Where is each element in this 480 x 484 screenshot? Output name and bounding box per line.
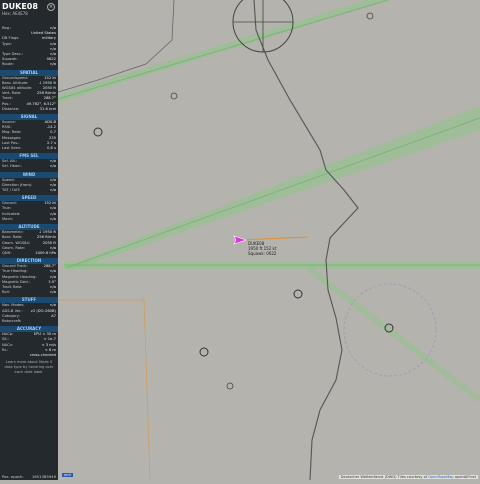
map-view[interactable]: DUKE08 1950 ft 152 kt Squawk: 0622 Deuts… — [57, 0, 480, 481]
map-attribution: Deutscher Wetterdienst (DWD) Tiles court… — [338, 475, 478, 479]
aircraft-label: DUKE08 1950 ft 152 kt Squawk: 0622 — [248, 241, 276, 256]
wind-value: n/a — [50, 188, 56, 193]
general-row: Route: n/a — [0, 62, 58, 67]
pos-epoch-value: 1651385949 — [31, 473, 56, 479]
altitude-row: QNH: 1009.6 hPa — [0, 251, 58, 256]
stuff-value: A7 — [51, 313, 56, 318]
direction-label: Roll: — [2, 290, 10, 295]
help-note: Learn more about Mode S data type by hov… — [4, 360, 54, 375]
attribution-prefix: Deutscher Wetterdienst (DWD) Tiles court… — [340, 475, 428, 479]
speed-row: Mach: n/a — [0, 217, 58, 222]
wind-section: Speed: n/a Direction (from): n/a TAT / OAT: n… — [0, 178, 58, 194]
stuff-section: Nav. Modes: n/a ADS-B Ver.: v2 (DO-260B) Cat… — [0, 303, 58, 324]
signal-row: Last Seen: 0.8 s — [0, 146, 58, 151]
pos-epoch-label: Pos. epoch: — [2, 473, 24, 479]
general-label: Route: — [2, 62, 14, 67]
spatial-row: Distance: 31.6 nmi — [0, 107, 58, 112]
spatial-section: Groundspeed: 152 kt Baro. Altitude: ↓ 1950 … — [0, 76, 58, 112]
accuracy-value: cross-checked — [29, 352, 56, 357]
fms-label: Sel. Head.: — [2, 164, 23, 169]
panel-header: DUKE08 Hex: AE4E78 × — [0, 0, 58, 20]
signal-section: Source: ADS-B RSSI: -14.2 Msg. Rate: 0.7 Messa… — [0, 120, 58, 151]
direction-row: Roll: n/a — [0, 290, 58, 295]
signal-label: Last Seen: — [2, 146, 22, 151]
aircraft-info-panel: DUKE08 Hex: AE4E78 × Reg.: n/a United Stat… — [0, 0, 58, 480]
spatial-label: Distance: — [2, 106, 20, 111]
fms-row: Sel. Head.: n/a — [0, 164, 58, 169]
general-label: Reg.: — [2, 26, 12, 30]
accuracy-label: Rc: — [2, 347, 8, 352]
fms-section: Sel. Alt.: n/a Sel. Head.: n/a — [0, 159, 58, 169]
general-label: Type: — [2, 41, 12, 46]
hex-label: Hex: — [2, 11, 12, 16]
stuff-row: Rotorcraft: — [0, 319, 58, 324]
scale-badge[interactable]: nmi — [62, 473, 73, 477]
speed-label: Mach: — [2, 216, 14, 221]
pos-epoch-row: Pos. epoch: 1651385949 — [0, 472, 58, 480]
wind-label: TAT / OAT: — [2, 188, 21, 193]
wind-row: TAT / OAT: n/a — [0, 188, 58, 193]
close-icon[interactable]: × — [47, 3, 55, 11]
general-section: Reg.: n/a United States DB Flags: military Ty… — [0, 26, 58, 68]
speed-section: Ground: 152 kt True: n/a Indicated: n/a Mach: n… — [0, 201, 58, 222]
direction-section: Ground Track: 288.7° True Heading: n/a Magne… — [0, 264, 58, 295]
attribution-suffix[interactable]: openAIP.net — [455, 475, 476, 479]
attribution-link[interactable]: OpenTopoMap — [428, 475, 453, 479]
direction-value: n/a — [50, 290, 56, 295]
fms-value: n/a — [50, 164, 56, 169]
altitude-label: QNH: — [2, 250, 12, 255]
hex-code: AE4E78 — [12, 11, 28, 16]
hex-line: Hex: AE4E78 — [2, 11, 58, 16]
spatial-value: 31.6 nmi — [39, 106, 56, 111]
stuff-label: Rotorcraft: — [2, 318, 22, 323]
altitude-section: Barometric: ↓ 1950 ft Baro. Rate: 256 ft/mi… — [0, 230, 58, 256]
aircraft-label-line-3: Squawk: 0622 — [248, 251, 277, 256]
speed-value: n/a — [50, 216, 56, 221]
signal-value: 0.8 s — [47, 146, 56, 151]
general-value: n/a — [50, 62, 56, 67]
map-canvas[interactable] — [57, 0, 480, 481]
altitude-value: 1009.6 hPa — [35, 250, 56, 255]
accuracy-section: NACp: EPU < 30 m SIL: < 1e-7 NACv: < 3 m/s Rc:… — [0, 332, 58, 358]
